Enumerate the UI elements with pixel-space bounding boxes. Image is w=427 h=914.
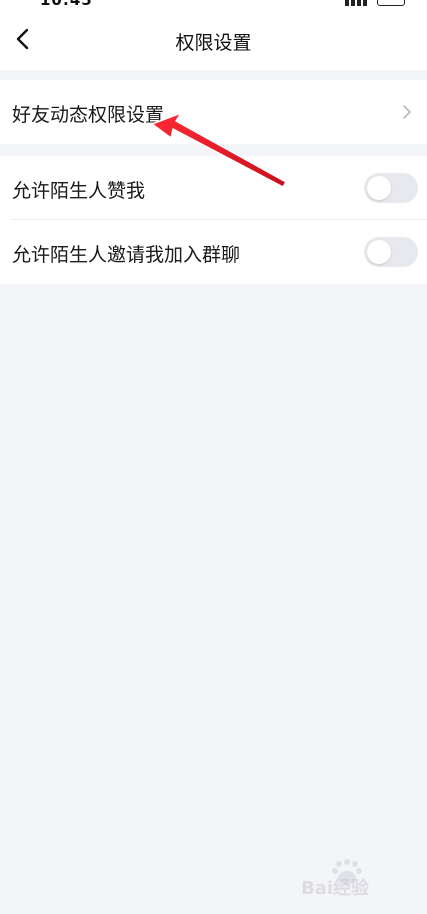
allow-stranger-invite-toggle[interactable] [364,237,418,267]
toggle-knob [367,240,391,264]
watermark-text: Bai经验 [301,877,370,898]
allow-stranger-like-toggle[interactable] [364,173,418,203]
signal-icon [345,0,367,6]
toggle-knob [367,176,391,200]
page-title: 权限设置 [175,32,252,54]
settings-group-stranger: 允许陌生人赞我 允许陌生人邀请我加入群聊 [0,156,427,284]
allow-stranger-like-label: 允许陌生人赞我 [12,180,146,202]
nav-bar: 权限设置 [0,8,427,70]
battery-icon [377,0,405,6]
chevron-right-icon [403,105,411,119]
watermark: Bai经验 [301,859,370,898]
status-bar: 10:45 [0,0,427,8]
allow-stranger-invite-label: 允许陌生人邀请我加入群聊 [12,244,241,266]
friend-feed-permission-row[interactable]: 好友动态权限设置 [0,80,427,144]
friend-feed-permission-label: 好友动态权限设置 [12,104,165,126]
settings-group-feed: 好友动态权限设置 [0,80,427,144]
screen: 10:45 权限设置 好友动态权限设置 允许陌生人赞我 [0,0,427,914]
status-icons [345,0,405,6]
allow-stranger-like-row: 允许陌生人赞我 [0,156,427,220]
status-time: 10:45 [40,0,93,8]
allow-stranger-invite-row: 允许陌生人邀请我加入群聊 [0,220,427,284]
